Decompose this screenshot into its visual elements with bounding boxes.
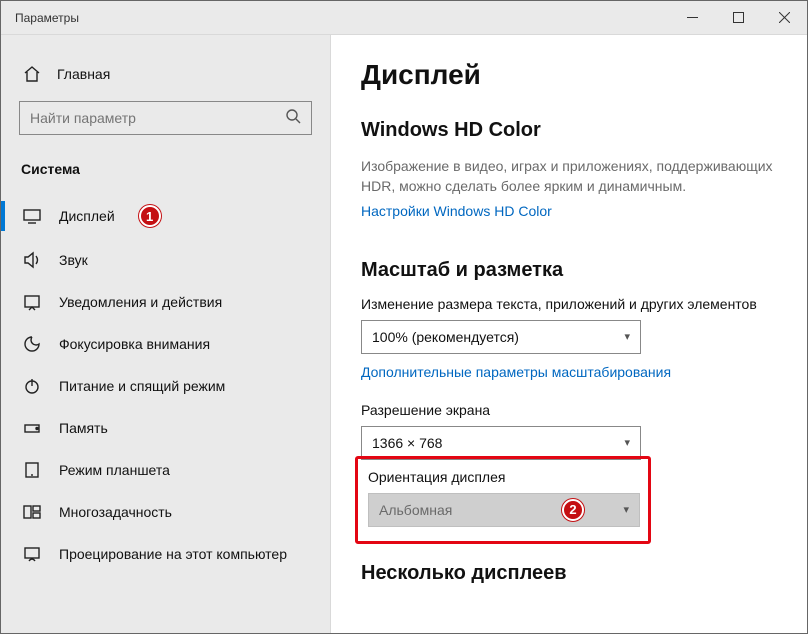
multi-displays-heading: Несколько дисплеев bbox=[361, 562, 777, 585]
sidebar-item-label: Питание и спящий режим bbox=[59, 378, 225, 394]
orientation-highlight: Ориентация дисплея Альбомная ▾ 2 bbox=[355, 456, 651, 544]
sound-icon bbox=[23, 251, 41, 269]
sidebar-item-label: Фокусировка внимания bbox=[59, 336, 210, 352]
hd-color-description: Изображение в видео, играх и приложениях… bbox=[361, 156, 777, 197]
sidebar-item-label: Режим планшета bbox=[59, 462, 170, 478]
tablet-icon bbox=[23, 461, 41, 479]
search-icon bbox=[285, 108, 301, 129]
text-scale-value: 100% (рекомендуется) bbox=[372, 329, 519, 345]
sidebar-item-tablet[interactable]: Режим планшета bbox=[1, 449, 330, 491]
resolution-value: 1366 × 768 bbox=[372, 435, 442, 451]
resolution-dropdown[interactable]: 1366 × 768 ▾ bbox=[361, 426, 641, 460]
maximize-button[interactable] bbox=[715, 1, 761, 34]
text-scale-dropdown[interactable]: 100% (рекомендуется) ▾ bbox=[361, 320, 641, 354]
sidebar-item-notifications[interactable]: Уведомления и действия bbox=[1, 281, 330, 323]
chevron-down-icon: ▾ bbox=[624, 330, 630, 343]
sidebar: Главная Система Дисплей 1 Звук bbox=[1, 35, 331, 633]
home-icon bbox=[23, 65, 41, 83]
notifications-icon bbox=[23, 293, 41, 311]
titlebar: Параметры bbox=[1, 1, 807, 35]
storage-icon bbox=[23, 419, 41, 437]
sidebar-item-display[interactable]: Дисплей 1 bbox=[1, 193, 330, 239]
minimize-button[interactable] bbox=[669, 1, 715, 34]
nav-list: Дисплей 1 Звук Уведомления и действия Фо… bbox=[1, 193, 330, 575]
sidebar-item-label: Многозадачность bbox=[59, 504, 172, 520]
sidebar-item-storage[interactable]: Память bbox=[1, 407, 330, 449]
sidebar-item-focus[interactable]: Фокусировка внимания bbox=[1, 323, 330, 365]
display-icon bbox=[23, 207, 41, 225]
page-title: Дисплей bbox=[361, 59, 777, 91]
sidebar-item-label: Дисплей bbox=[59, 208, 115, 224]
section-system: Система bbox=[1, 153, 330, 193]
annotation-badge-1: 1 bbox=[139, 205, 161, 227]
home-nav[interactable]: Главная bbox=[1, 57, 330, 101]
chevron-down-icon: ▾ bbox=[624, 436, 630, 449]
search-input[interactable] bbox=[19, 101, 312, 135]
content-pane: Дисплей Windows HD Color Изображение в в… bbox=[331, 35, 807, 633]
hd-color-link[interactable]: Настройки Windows HD Color bbox=[361, 203, 552, 219]
annotation-badge-2: 2 bbox=[562, 499, 584, 521]
close-button[interactable] bbox=[761, 1, 807, 34]
multitask-icon bbox=[23, 503, 41, 521]
sidebar-item-power[interactable]: Питание и спящий режим bbox=[1, 365, 330, 407]
sidebar-item-projecting[interactable]: Проецирование на этот компьютер bbox=[1, 533, 330, 575]
orientation-value: Альбомная bbox=[379, 502, 452, 518]
sidebar-item-label: Память bbox=[59, 420, 108, 436]
advanced-scaling-link[interactable]: Дополнительные параметры масштабирования bbox=[361, 364, 671, 380]
resolution-label: Разрешение экрана bbox=[361, 402, 777, 418]
projecting-icon bbox=[23, 545, 41, 563]
chevron-down-icon: ▾ bbox=[623, 503, 629, 516]
sidebar-item-label: Проецирование на этот компьютер bbox=[59, 546, 287, 562]
sidebar-item-label: Звук bbox=[59, 252, 88, 268]
home-label: Главная bbox=[57, 66, 110, 82]
focus-icon bbox=[23, 335, 41, 353]
text-scale-label: Изменение размера текста, приложений и д… bbox=[361, 296, 777, 312]
hd-color-heading: Windows HD Color bbox=[361, 119, 777, 142]
orientation-label: Ориентация дисплея bbox=[368, 469, 638, 485]
power-icon bbox=[23, 377, 41, 395]
search-field[interactable] bbox=[30, 110, 285, 126]
sidebar-item-label: Уведомления и действия bbox=[59, 294, 222, 310]
sidebar-item-multitask[interactable]: Многозадачность bbox=[1, 491, 330, 533]
orientation-dropdown[interactable]: Альбомная ▾ bbox=[368, 493, 640, 527]
window-title: Параметры bbox=[1, 11, 669, 25]
sidebar-item-sound[interactable]: Звук bbox=[1, 239, 330, 281]
window-controls bbox=[669, 1, 807, 34]
scale-heading: Масштаб и разметка bbox=[361, 259, 777, 282]
